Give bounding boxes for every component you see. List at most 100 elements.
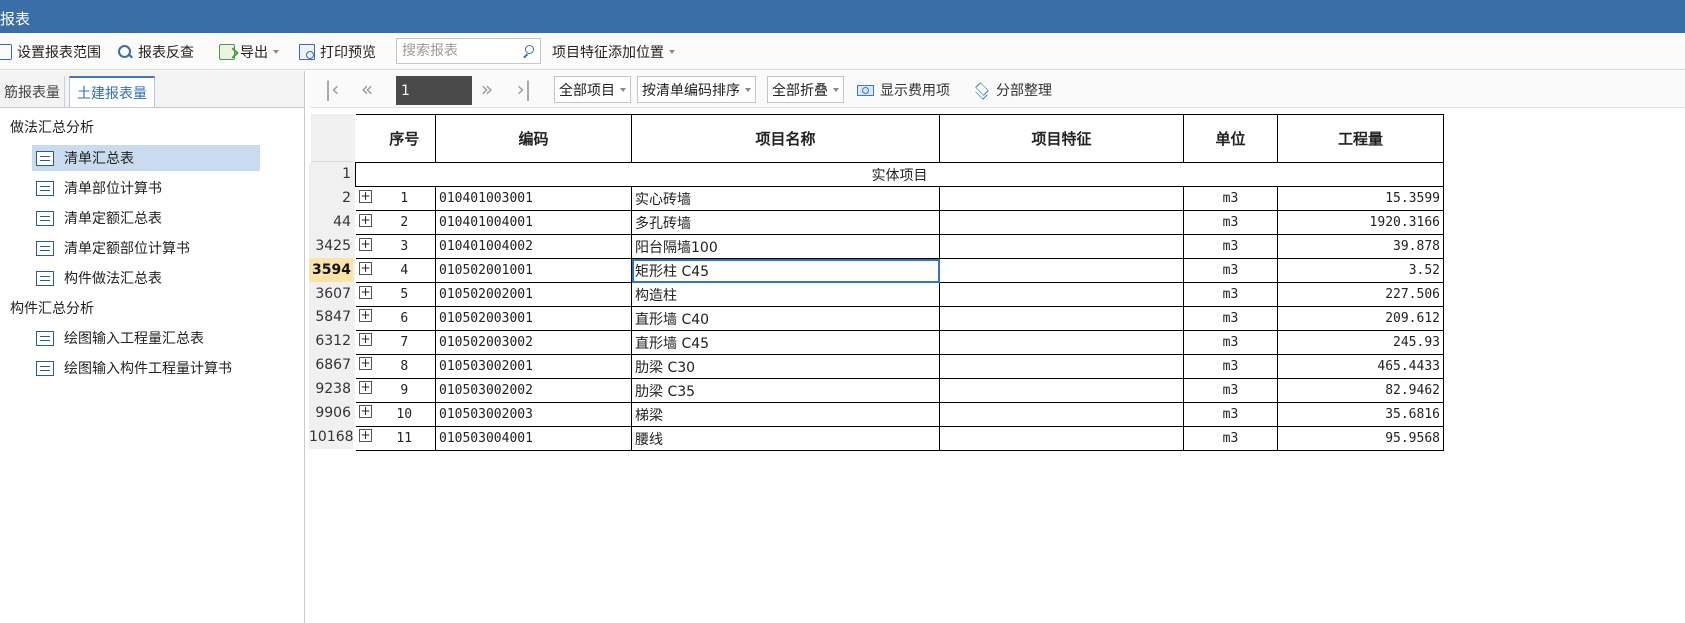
tree-group-component-summary[interactable]: 构件汇总分析 bbox=[10, 298, 94, 320]
quantity-cell[interactable]: 15.3599 bbox=[1277, 186, 1444, 211]
unit-cell[interactable]: m3 bbox=[1183, 210, 1278, 235]
unit-cell[interactable]: m3 bbox=[1183, 186, 1278, 211]
row-number[interactable]: 3607 bbox=[309, 281, 353, 306]
name-cell[interactable]: 构造柱 bbox=[631, 282, 940, 307]
table-row[interactable]: 5 010502002001 构造柱 m3 227.506 bbox=[355, 282, 1444, 307]
row-number[interactable]: 9906 bbox=[309, 401, 353, 425]
tree-item-drawing-component-calc[interactable]: 绘图输入构件工程量计算书 bbox=[32, 355, 260, 381]
seq-cell[interactable]: 1 bbox=[373, 186, 436, 211]
table-row[interactable]: 3 010401004002 阳台隔墙100 m3 39.878 bbox=[355, 234, 1444, 259]
expand-cell[interactable] bbox=[355, 306, 374, 331]
code-cell[interactable]: 010502001001 bbox=[435, 258, 632, 283]
seq-cell[interactable]: 4 bbox=[373, 258, 436, 283]
row-number[interactable]: 6312 bbox=[309, 329, 353, 354]
feature-cell[interactable] bbox=[939, 186, 1184, 211]
expand-cell[interactable] bbox=[355, 402, 374, 427]
name-cell[interactable]: 肋梁 C30 bbox=[631, 354, 940, 379]
table-row[interactable]: 10 010503002003 梯梁 m3 35.6816 bbox=[355, 402, 1444, 427]
expand-cell[interactable] bbox=[355, 210, 374, 235]
seq-cell[interactable]: 10 bbox=[373, 402, 436, 427]
unit-cell[interactable]: m3 bbox=[1183, 378, 1278, 403]
feature-cell[interactable] bbox=[939, 306, 1184, 331]
expand-cell[interactable] bbox=[355, 258, 374, 283]
feature-cell[interactable] bbox=[939, 210, 1184, 235]
name-cell[interactable]: 直形墙 C45 bbox=[631, 330, 940, 355]
table-row[interactable]: 9 010503002002 肋梁 C35 m3 82.9462 bbox=[355, 378, 1444, 403]
expand-cell[interactable] bbox=[355, 330, 374, 355]
row-number[interactable]: 1 bbox=[309, 162, 353, 186]
search-icon[interactable] bbox=[522, 45, 534, 57]
tree-group-method-summary[interactable]: 做法汇总分析 bbox=[10, 117, 94, 139]
feature-cell[interactable] bbox=[939, 330, 1184, 355]
name-cell[interactable]: 肋梁 C35 bbox=[631, 378, 940, 403]
last-page-button[interactable]: ›| bbox=[512, 77, 536, 101]
seq-cell[interactable]: 2 bbox=[373, 210, 436, 235]
seq-cell[interactable]: 7 bbox=[373, 330, 436, 355]
search-input[interactable] bbox=[397, 39, 515, 63]
code-cell[interactable]: 010401003001 bbox=[435, 186, 632, 211]
seq-cell[interactable]: 11 bbox=[373, 426, 436, 451]
unit-cell[interactable]: m3 bbox=[1183, 306, 1278, 331]
tree-item-bill-quota-summary[interactable]: 清单定额汇总表 bbox=[32, 205, 260, 231]
section-title[interactable]: 实体项目 bbox=[355, 162, 1444, 187]
quantity-cell[interactable]: 465.4433 bbox=[1277, 354, 1444, 379]
page-number-input[interactable] bbox=[396, 76, 472, 105]
tree-item-bill-quota-location-calc[interactable]: 清单定额部位计算书 bbox=[32, 235, 260, 261]
sort-dropdown[interactable]: 按清单编码排序 bbox=[637, 76, 756, 103]
section-arrange-button[interactable]: 分部整理 bbox=[974, 80, 1052, 100]
row-number[interactable]: 5847 bbox=[309, 305, 353, 330]
name-cell[interactable]: 实心砖墙 bbox=[631, 186, 940, 211]
row-number[interactable]: 2 bbox=[309, 185, 353, 210]
code-cell[interactable]: 010503002002 bbox=[435, 378, 632, 403]
export-button[interactable]: 导出 bbox=[219, 42, 279, 62]
quantity-cell[interactable]: 245.93 bbox=[1277, 330, 1444, 355]
code-cell[interactable]: 010503002001 bbox=[435, 354, 632, 379]
show-fee-button[interactable]: 显示费用项 bbox=[857, 80, 950, 100]
quantity-cell[interactable]: 35.6816 bbox=[1277, 402, 1444, 427]
feature-cell[interactable] bbox=[939, 234, 1184, 259]
quantity-cell[interactable]: 209.612 bbox=[1277, 306, 1444, 331]
table-row[interactable]: 2 010401004001 多孔砖墙 m3 1920.3166 bbox=[355, 210, 1444, 235]
quantity-cell[interactable]: 95.9568 bbox=[1277, 426, 1444, 451]
seq-cell[interactable]: 9 bbox=[373, 378, 436, 403]
quantity-cell[interactable]: 3.52 bbox=[1277, 258, 1444, 283]
name-cell[interactable]: 阳台隔墙100 bbox=[631, 234, 940, 259]
unit-cell[interactable]: m3 bbox=[1183, 234, 1278, 259]
name-cell[interactable]: 梯梁 bbox=[631, 402, 940, 427]
expand-cell[interactable] bbox=[355, 282, 374, 307]
quantity-cell[interactable]: 82.9462 bbox=[1277, 378, 1444, 403]
unit-cell[interactable]: m3 bbox=[1183, 402, 1278, 427]
previous-page-button[interactable]: « bbox=[355, 77, 379, 101]
code-cell[interactable]: 010503004001 bbox=[435, 426, 632, 451]
feature-cell[interactable] bbox=[939, 378, 1184, 403]
unit-cell[interactable]: m3 bbox=[1183, 354, 1278, 379]
seq-cell[interactable]: 5 bbox=[373, 282, 436, 307]
feature-cell[interactable] bbox=[939, 282, 1184, 307]
seq-cell[interactable]: 6 bbox=[373, 306, 436, 331]
feature-position-dropdown[interactable]: 项目特征添加位置 bbox=[552, 42, 675, 62]
code-cell[interactable]: 010502003001 bbox=[435, 306, 632, 331]
tab-civil-report[interactable]: 土建报表量 bbox=[69, 76, 155, 107]
code-cell[interactable]: 010401004002 bbox=[435, 234, 632, 259]
collapse-dropdown[interactable]: 全部折叠 bbox=[767, 76, 844, 103]
expand-cell[interactable] bbox=[355, 378, 374, 403]
next-page-button[interactable]: » bbox=[475, 77, 499, 101]
name-cell[interactable]: 直形墙 C40 bbox=[631, 306, 940, 331]
expand-cell[interactable] bbox=[355, 186, 374, 211]
seq-cell[interactable]: 3 bbox=[373, 234, 436, 259]
row-number[interactable]: 9238 bbox=[309, 377, 353, 402]
code-cell[interactable]: 010401004001 bbox=[435, 210, 632, 235]
unit-cell[interactable]: m3 bbox=[1183, 426, 1278, 451]
code-cell[interactable]: 010502002001 bbox=[435, 282, 632, 307]
unit-cell[interactable]: m3 bbox=[1183, 282, 1278, 307]
name-cell[interactable]: 腰线 bbox=[631, 426, 940, 451]
code-cell[interactable]: 010503002003 bbox=[435, 402, 632, 427]
table-row[interactable]: 1 010401003001 实心砖墙 m3 15.3599 bbox=[355, 186, 1444, 211]
table-row[interactable]: 4 010502001001 矩形柱 C45 m3 3.52 bbox=[355, 258, 1444, 283]
expand-cell[interactable] bbox=[355, 354, 374, 379]
tree-item-component-method-summary[interactable]: 构件做法汇总表 bbox=[32, 265, 260, 291]
print-preview-button[interactable]: 打印预览 bbox=[299, 42, 376, 62]
table-row[interactable]: 7 010502003002 直形墙 C45 m3 245.93 bbox=[355, 330, 1444, 355]
feature-cell[interactable] bbox=[939, 258, 1184, 283]
name-cell[interactable]: 多孔砖墙 bbox=[631, 210, 940, 235]
